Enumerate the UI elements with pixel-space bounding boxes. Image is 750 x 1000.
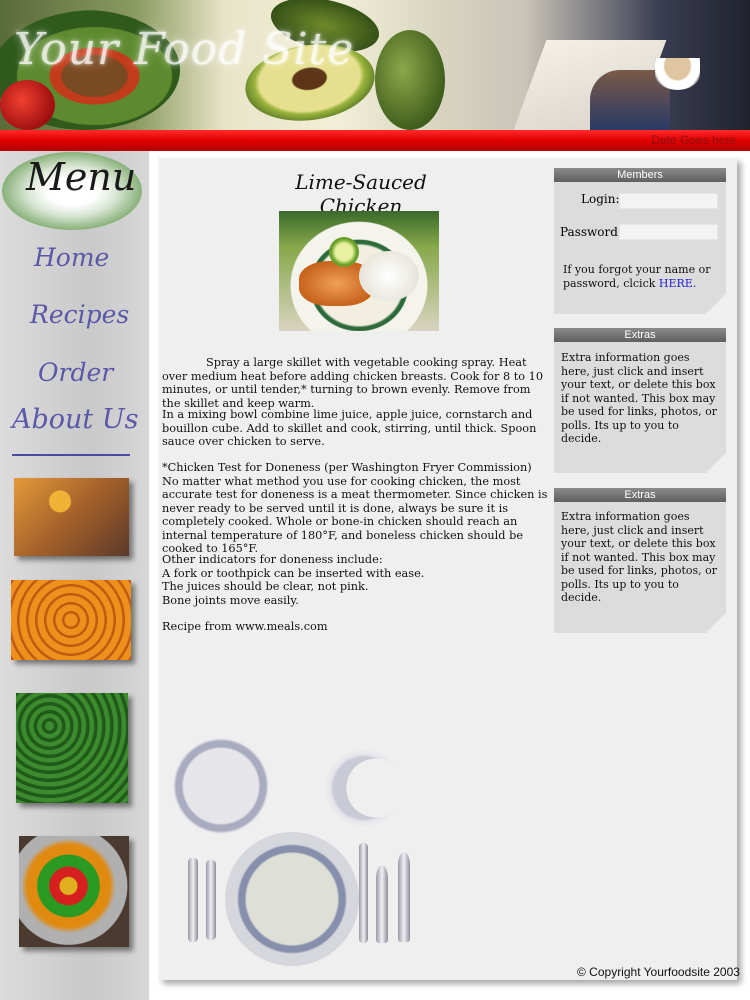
pumpkins-photo (11, 580, 131, 660)
knife-icon (359, 843, 368, 943)
login-input[interactable] (619, 193, 718, 209)
nav-about-us-link[interactable]: About Us (12, 404, 138, 435)
copyright-notice: © Copyright Yourfoodsite 2003 (577, 965, 740, 979)
nav-order-link[interactable]: Order (38, 358, 113, 387)
fork-icon (206, 860, 216, 940)
nav-home-link[interactable]: Home (34, 243, 109, 272)
members-box: Members (554, 168, 726, 314)
orange-slicing-photo (14, 478, 129, 556)
site-logo-title: Your Food Site (14, 24, 355, 75)
spoon-icon (376, 865, 388, 943)
extras-box-title: Extras (554, 328, 726, 342)
recipe-photo (279, 211, 439, 331)
menu-title: Menu (26, 155, 137, 199)
login-label: Login: (581, 192, 620, 206)
password-label: Password: (560, 225, 622, 239)
recipe-source: Recipe from www.meals.com (162, 620, 328, 633)
recipe-step-1: Spray a large skillet with vegetable coo… (162, 356, 544, 410)
forgot-password-link[interactable]: HERE. (659, 277, 696, 290)
parsley-photo (16, 693, 128, 803)
dinner-plate-image (225, 832, 359, 966)
date-link[interactable]: Date Goes here (651, 133, 736, 147)
extras-box-text: Extra information goes here, just click … (561, 351, 718, 445)
password-input[interactable] (619, 224, 718, 240)
recipe-step-2: In a mixing bowl combine lime juice, app… (162, 408, 537, 448)
peppers-colander-photo (19, 836, 129, 947)
tomato-image (0, 80, 55, 130)
coffee-cup-image (655, 58, 700, 90)
lime-image (329, 237, 359, 267)
members-box-title: Members (554, 168, 726, 182)
forgot-password-text: If you forgot your name or password, clc… (563, 263, 711, 290)
bread-plate-image (173, 738, 269, 834)
extras-box-text: Extra information goes here, just click … (561, 510, 718, 604)
doneness-note: *Chicken Test for Doneness (per Washingt… (162, 461, 548, 555)
date-bar: Date Goes here (0, 130, 750, 151)
rice-image (359, 251, 419, 301)
nav-divider (12, 454, 130, 456)
fork-icon (188, 858, 198, 942)
spoon-icon (398, 852, 410, 942)
nav-recipes-link[interactable]: Recipes (30, 300, 129, 329)
avocado-image (375, 30, 445, 130)
extras-box-title: Extras (554, 488, 726, 502)
doneness-indicators: Other indicators for doneness include: A… (162, 553, 425, 607)
bowl-image (325, 748, 403, 828)
